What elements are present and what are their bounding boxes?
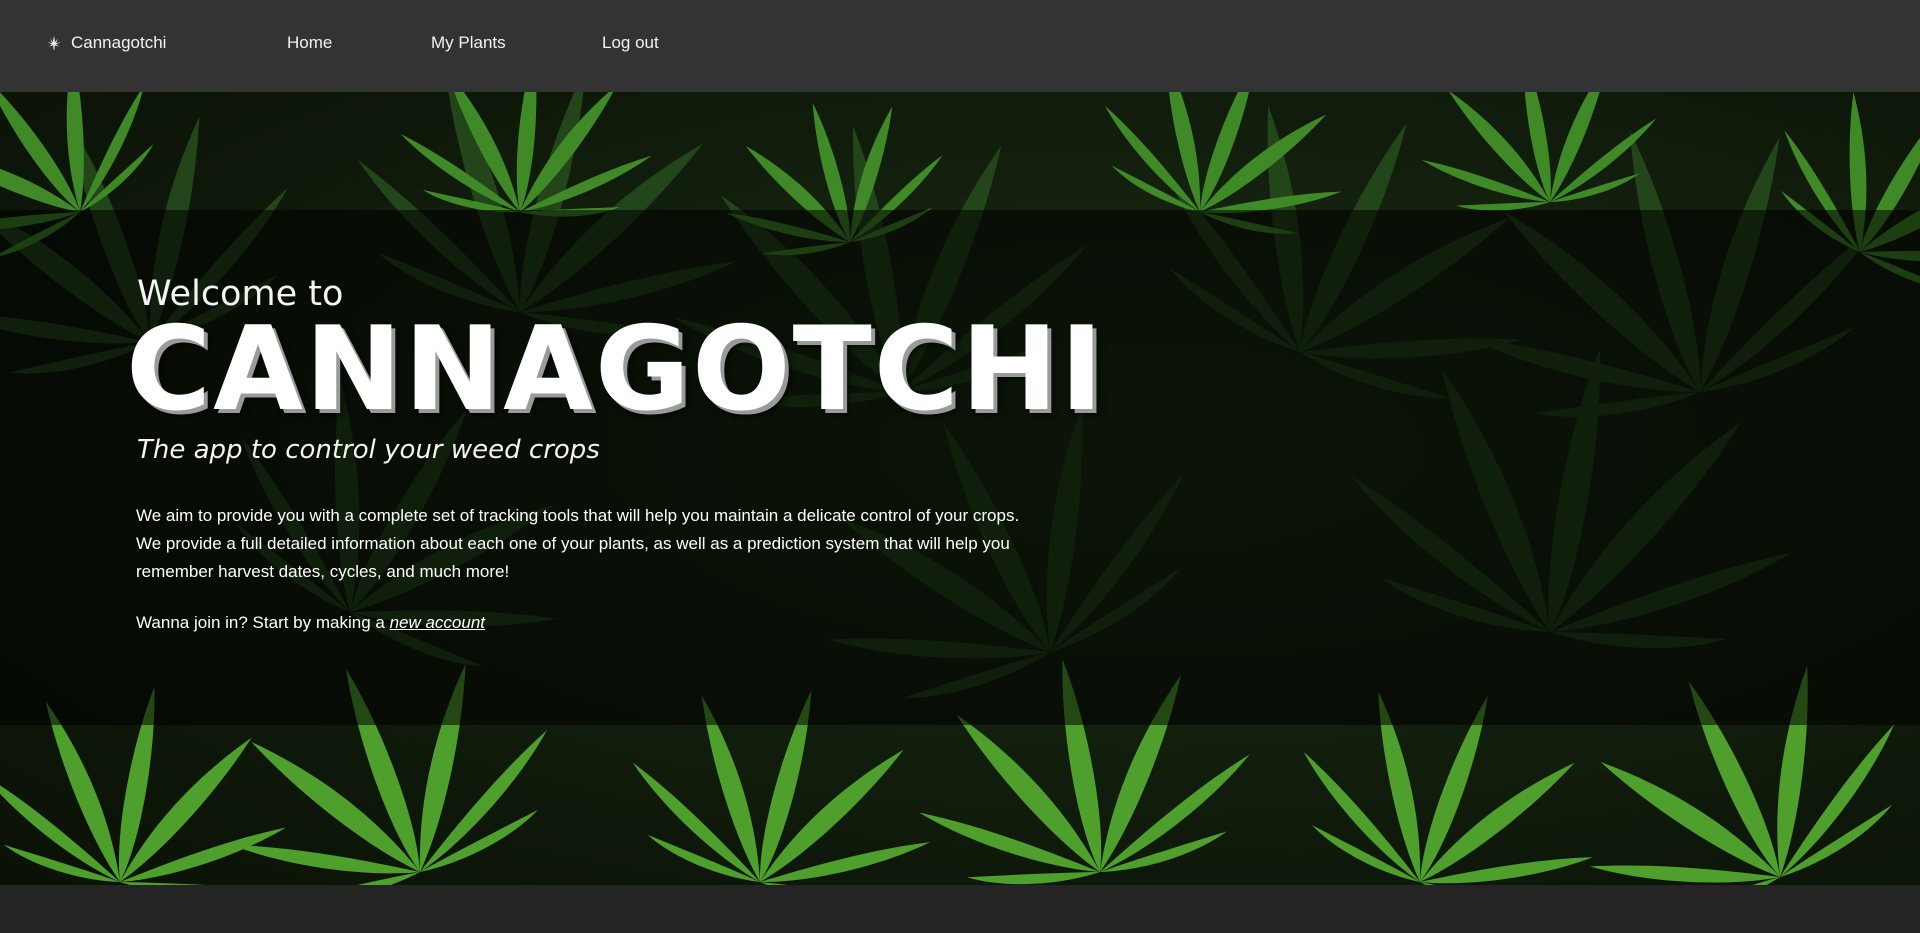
brand-label: Cannagotchi [71,33,167,52]
tagline: The app to control your weed crops [137,435,600,465]
description-line: remember harvest dates, cycles, and much… [136,562,510,581]
nav-home-link[interactable]: Home [287,33,332,53]
cta-text: Wanna join in? Start by making a [136,613,390,632]
footer [0,885,1920,933]
cannabis-leaf-icon [47,35,61,51]
hero-section [0,92,1920,885]
nav-log-out-link[interactable]: Log out [602,33,659,53]
nav-my-plants-link[interactable]: My Plants [431,33,506,53]
top-navbar: Cannagotchi Home My Plants Log out [0,0,1920,92]
new-account-link[interactable]: new account [390,613,485,632]
call-to-action: Wanna join in? Start by making a new acc… [136,613,485,633]
description: We aim to provide you with a complete se… [136,502,1096,586]
app-title: CANNAGOTCHI [126,302,1106,437]
brand-link[interactable]: Cannagotchi [46,33,166,53]
description-line: We provide a full detailed information a… [136,534,1010,553]
description-line: We aim to provide you with a complete se… [136,506,1020,525]
